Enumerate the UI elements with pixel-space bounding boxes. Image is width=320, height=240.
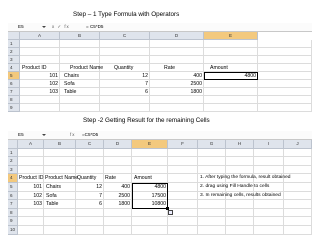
table-header-cell[interactable]: Rate (164, 64, 175, 72)
instruction-note: 3. In remaining cells, results obtained (200, 192, 281, 198)
name-box[interactable]: E5 (16, 132, 46, 138)
row-header-2[interactable]: 2 (8, 48, 20, 56)
table-cell[interactable]: Table (64, 88, 76, 96)
column-header-c[interactable]: C (100, 32, 150, 40)
table-cell[interactable]: 101 (18, 72, 58, 80)
table-header-cell[interactable]: Quantity (114, 64, 133, 72)
formula-bar: E5 fx =C5*D5 (8, 131, 312, 140)
column-header-e[interactable]: E (204, 32, 258, 40)
row-gridline (18, 225, 312, 226)
column-header-a[interactable]: A (18, 140, 44, 149)
active-cell-e5[interactable] (204, 72, 258, 80)
column-gridline (59, 40, 60, 112)
auto-fill-options-icon[interactable] (168, 209, 173, 215)
column-header-g[interactable]: G (198, 140, 226, 149)
table-cell[interactable]: 2500 (162, 80, 202, 88)
table-header-cell[interactable]: Quantity (77, 174, 96, 182)
table-cell[interactable]: 103 (18, 88, 58, 96)
column-gridline (43, 148, 44, 235)
table-cell[interactable]: Chairs (46, 183, 61, 191)
column-gridline (283, 148, 284, 235)
table-cell[interactable]: 1800 (162, 88, 202, 96)
row-header-3[interactable]: 3 (8, 56, 20, 64)
table-cell[interactable]: 6 (108, 88, 148, 96)
corner-header[interactable] (8, 140, 18, 149)
column-header-c[interactable]: C (76, 140, 104, 149)
row-header-4[interactable]: 4 (8, 64, 20, 72)
column-header-d[interactable]: D (150, 32, 204, 40)
table-cell[interactable]: 12 (108, 72, 148, 80)
table-header-cell[interactable]: Product Name (45, 174, 78, 182)
step2-title: Step -2 Getting Result for the remaining… (83, 117, 210, 124)
fx-icon[interactable]: fx (70, 131, 75, 139)
formula-bar: E5 x ✓ fx = C5*D5 (8, 23, 312, 32)
table-header-cell[interactable]: Product ID (22, 64, 47, 72)
table-cell[interactable]: Sofa (64, 80, 75, 88)
column-gridline (311, 148, 312, 235)
column-header-e[interactable]: E (132, 140, 168, 149)
row-header-4[interactable]: 4 (8, 174, 18, 183)
row-gridline (20, 111, 312, 112)
column-header-b[interactable]: B (60, 32, 100, 40)
table-cell[interactable]: 7 (108, 80, 148, 88)
formula-buttons[interactable]: x ✓ fx (52, 23, 70, 31)
row-header-8[interactable]: 8 (8, 208, 18, 218)
table-header-cell[interactable]: Rate (105, 174, 116, 182)
table-header-cell[interactable]: Product Name (70, 64, 103, 72)
formula-input[interactable]: =C5*D5 (82, 131, 98, 139)
table-cell[interactable]: 102 (18, 80, 58, 88)
column-gridline (149, 40, 150, 112)
table-header-cell[interactable]: Product ID (19, 174, 44, 182)
row-gridline (18, 164, 312, 166)
instruction-note: 2. drag using Fill Handle to cells (200, 184, 270, 189)
row-gridline (18, 233, 312, 235)
table-header-cell[interactable]: Amount (210, 64, 228, 72)
column-header-b[interactable]: B (44, 140, 76, 149)
instruction-note: 1. After typing the formula, result obta… (200, 175, 291, 181)
row-header-8[interactable]: 8 (8, 96, 20, 104)
table-cell[interactable]: 101 (2, 183, 42, 191)
table-cell[interactable]: Sofa (46, 192, 57, 200)
spreadsheet-step1: E5 x ✓ fx = C5*D5 A B C D E 1 2 3 4 5 6 7 8 9 Product … (8, 23, 312, 112)
column-gridline (197, 148, 198, 235)
row-gridline (20, 103, 312, 104)
row-header-10[interactable]: 10 (8, 226, 18, 235)
row-header-2[interactable]: 2 (8, 157, 18, 166)
table-cell[interactable]: 103 (2, 200, 42, 208)
column-gridline (311, 40, 312, 112)
row-header-1[interactable]: 1 (8, 40, 20, 48)
column-header-j[interactable]: J (284, 140, 312, 149)
table-header-cell[interactable]: Amount (134, 174, 152, 182)
row-header-9[interactable]: 9 (8, 217, 18, 226)
row-gridline (20, 55, 312, 56)
table-cell[interactable]: 1800 (90, 200, 130, 208)
table-cell[interactable]: 400 (90, 183, 130, 191)
table-cell[interactable]: Chairs (64, 72, 79, 80)
row-gridline (20, 47, 312, 48)
column-header-d[interactable]: D (104, 140, 132, 149)
step1-title: Step – 1 Type Formula with Operators (73, 11, 180, 18)
row-gridline (18, 156, 312, 158)
row-header-3[interactable]: 3 (8, 165, 18, 175)
column-header-h[interactable]: H (226, 140, 254, 149)
formula-input[interactable]: = C5*D5 (86, 23, 104, 31)
spreadsheet-step2: E5 fx =C5*D5 A B C D E F G H I J 1 2 3 4 5 6 7 8 9 10 Produc… (8, 131, 312, 235)
selected-range-e5-e7[interactable] (132, 183, 168, 209)
table-cell[interactable]: 400 (162, 72, 202, 80)
column-header-i[interactable]: I (254, 140, 284, 149)
table-cell[interactable]: 102 (2, 192, 42, 200)
corner-header[interactable] (8, 32, 20, 40)
table-cell[interactable]: Table (46, 200, 58, 208)
column-gridline (99, 40, 100, 112)
row-header-9[interactable]: 9 (8, 104, 20, 112)
table-cell[interactable]: 2500 (90, 192, 130, 200)
row-gridline (18, 216, 312, 218)
name-box[interactable]: E5 (16, 24, 46, 30)
row-header-1[interactable]: 1 (8, 148, 18, 158)
column-header-a[interactable]: A (20, 32, 60, 40)
column-header-f[interactable]: F (168, 140, 198, 149)
